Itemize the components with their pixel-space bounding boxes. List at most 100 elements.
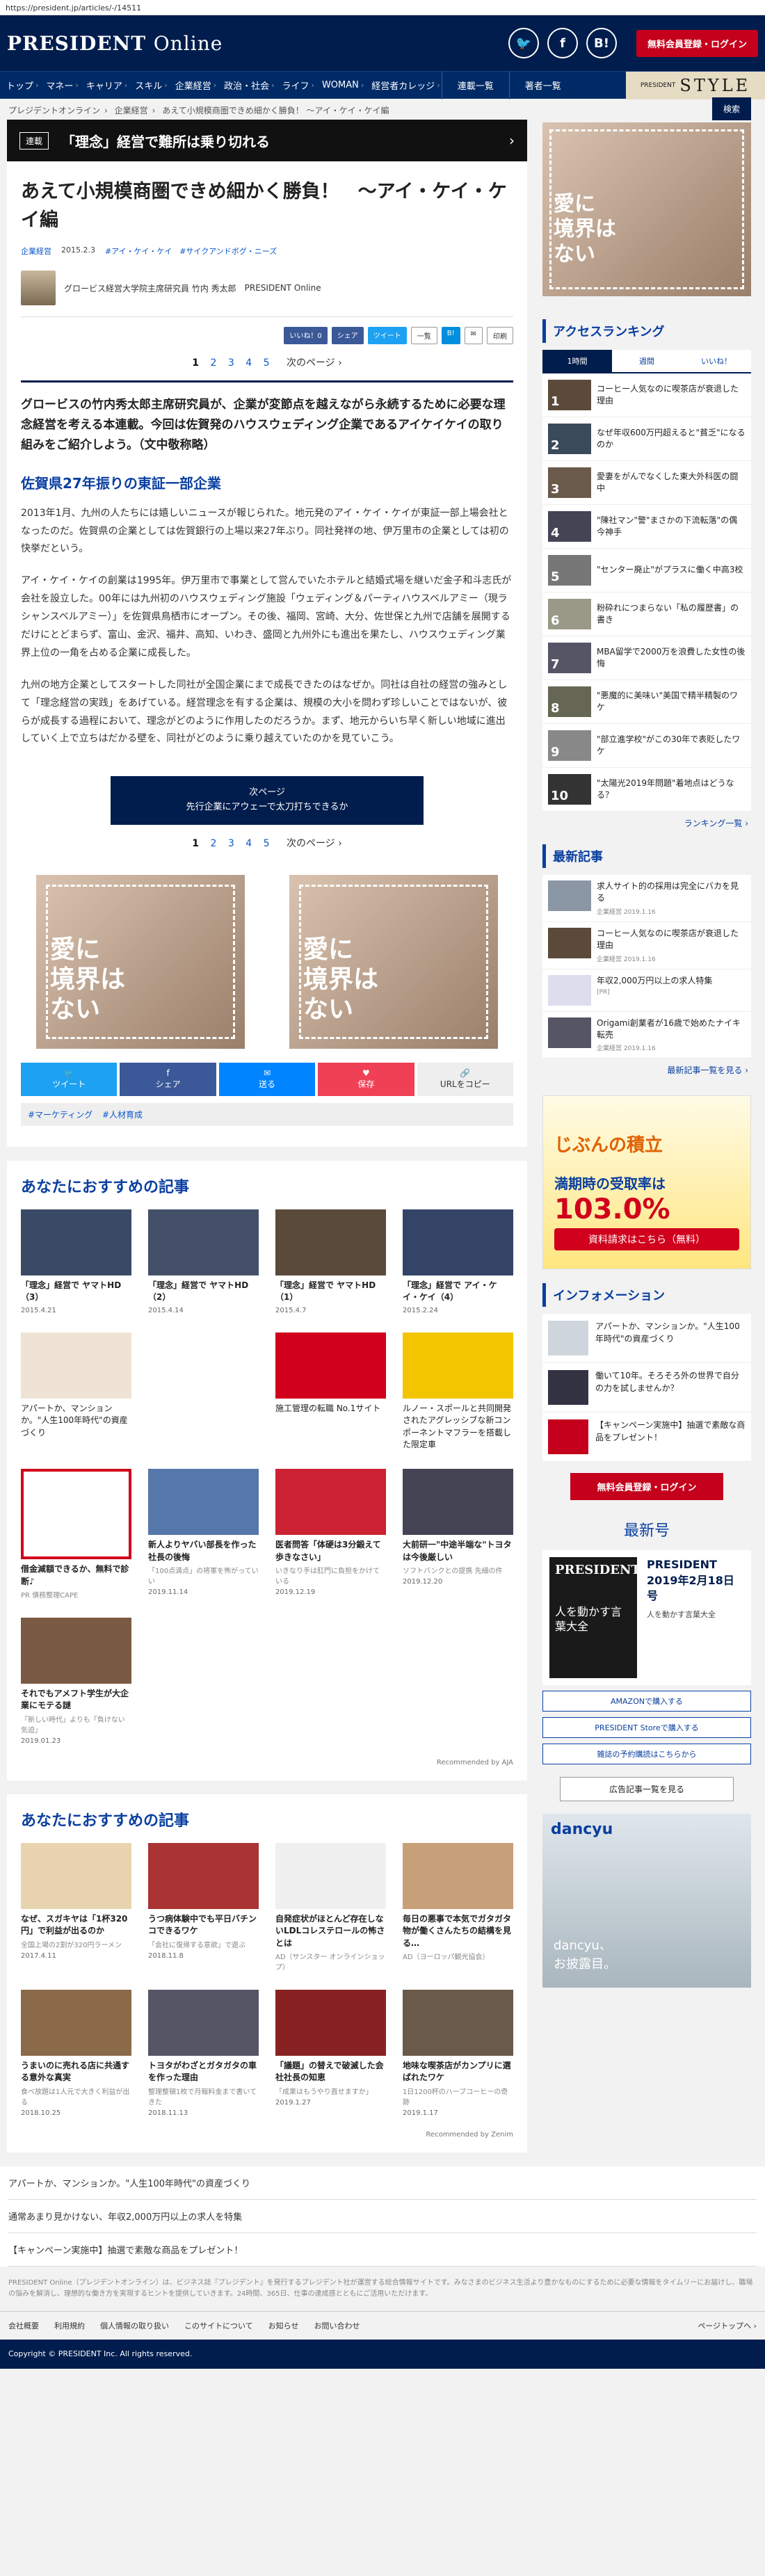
page-2[interactable]: 2 — [210, 838, 220, 849]
ranking-item[interactable]: 1 コーヒー人気なのに喫茶店が衰退した理由 — [542, 373, 751, 417]
twitter-icon[interactable]: 🐦 — [508, 28, 539, 58]
series-bar[interactable]: 連載 「理念」経営で難所は乗り切れる › — [7, 120, 527, 161]
next-page-button[interactable]: 次ページ 先行企業にアウェーで太刀打ちできるか — [111, 776, 424, 825]
page-5[interactable]: 5 — [264, 357, 274, 369]
search-button[interactable]: 検索 — [711, 97, 751, 120]
page-top-link[interactable]: ページトップへ › — [698, 2320, 757, 2331]
recommend-card[interactable]: うまいのに売れる店に共通する意外な真実 食べ放題は1人元で大きく利益が出る 2018… — [21, 1990, 131, 2117]
tag-link[interactable]: #人材育成 — [102, 1110, 143, 1120]
nav-management[interactable]: 企業経営 — [169, 79, 218, 92]
bank-ad-cta[interactable]: 資料請求はこちら（無料） — [554, 1228, 739, 1251]
footer-link-privacy[interactable]: 個人情報の取り扱い — [100, 2320, 169, 2331]
ranking-item[interactable]: 10 "太陽光2019年問題"着地点はどうなる？ — [542, 768, 751, 812]
ranking-item[interactable]: 2 なぜ年収600万円超えると"貧乏"になるのか — [542, 417, 751, 461]
nav-series-list[interactable]: 連載一覧 — [441, 71, 509, 99]
recommend-card[interactable]: 借金減額できるか、無料で診断♪ PR 債務整理CAPE — [21, 1469, 131, 1600]
facebook-icon[interactable]: f — [547, 28, 578, 58]
breadcrumb-home[interactable]: プレジデントオンライン — [8, 106, 100, 115]
recommend-card[interactable]: トヨタがわざとガタガタの車を作った理由 整理整頓1枚で月報料金まで書いてきた 201… — [148, 1990, 259, 2117]
recommend-card[interactable]: 大前研一"中途半端な"トヨタは今後厳しい ソフトバンクとの提携 先細の件 2019.… — [403, 1469, 513, 1600]
author-name[interactable]: グロービス経営大学院主席研究員 竹内 秀太郎 — [64, 282, 236, 294]
latest-item[interactable]: Origami創業者が16歳で始めたナイキ転売 企業経営 2019.1.16 — [542, 1011, 751, 1059]
recommend-card[interactable]: 「議題」の替えで破滅した会社社長の知恵 「成果はもうやり直せますか」 2019.1.… — [275, 1990, 386, 2117]
page-1[interactable]: 1 — [192, 357, 203, 369]
ad-banner[interactable]: 愛に 境界は ない — [36, 874, 245, 1049]
nav-life[interactable]: ライフ — [276, 79, 316, 92]
latest-item[interactable]: 求人サイト的の採用は完全にバカを見る 企業経営 2019.1.16 — [542, 875, 751, 922]
recommend-card[interactable]: アパートか、マンションか。"人生100年時代"の資産づくり — [21, 1332, 131, 1451]
footer-link-contact[interactable]: お問い合わせ — [314, 2320, 360, 2331]
recommend-card[interactable]: それでもアメフト学生が大企業にモテる謎 「新しい時代」よりも「負けない気迫」 201… — [21, 1618, 131, 1745]
ranking-item[interactable]: 7 MBA留学で2000万を浪費した女性の後悔 — [542, 636, 751, 680]
latest-item[interactable]: 年収2,000万円以上の求人特集 [PR] — [542, 969, 751, 1012]
bank-ad-banner[interactable]: じぶんの積立 満期時の受取率は 103.0% 資料請求はこちら（無料） — [542, 1095, 751, 1270]
article-category[interactable]: 企業経営 — [21, 245, 51, 257]
page-1[interactable]: 1 — [192, 838, 203, 849]
recommend-card[interactable]: 自発症状がほとんど存在しないLDLコレステロールの怖さとは AD（サンスター オン… — [275, 1842, 386, 1972]
recommend-card[interactable]: 「理念」経営で ヤマトHD（1） 2015.4.7 — [275, 1209, 386, 1314]
nav-politics[interactable]: 政治・社会 — [218, 79, 275, 92]
nav-college[interactable]: 経営者カレッジ — [365, 79, 441, 92]
article-meta-tags[interactable]: #アイ・ケイ・ケイ #サイクアンドボグ・ニーズ — [105, 245, 277, 257]
recommend-card[interactable]: 毎日の悪事で本気でガタガタ物が働くさんたちの結構を見る… AD（ヨーロッパ観光協会… — [403, 1842, 513, 1972]
ranking-item[interactable]: 6 粉砕れにつまらない「私の履歴書」の書き — [542, 593, 751, 636]
ranking-item[interactable]: 4 "陳社マン"警"まさかの下流転落"の偶今神手 — [542, 505, 751, 549]
recommend-provider[interactable]: Recommended by AJA — [21, 1759, 513, 1766]
next-page-link[interactable]: 次のページ › — [287, 357, 342, 369]
hatena-bookmark-button[interactable]: B! — [441, 327, 460, 344]
hatena-icon[interactable]: B! — [586, 28, 617, 58]
latest-issue[interactable]: PRESIDENT 人を動かす言葉大全 PRESIDENT 2019年2月18日… — [542, 1550, 751, 1686]
recommend-card[interactable]: 施工管理の転職 No.1サイト — [275, 1332, 386, 1451]
recommend-card[interactable]: 地味な喫茶店がカンプリに選ばれたワケ 1日1200杯のハーブコーヒーの奇跡 2019… — [403, 1990, 513, 2117]
share-twitter[interactable]: 🐦 ツイート — [21, 1062, 118, 1096]
recommend-card[interactable]: 「理念」経営で ヤマトHD（2） 2015.4.14 — [148, 1209, 259, 1314]
recommend-card[interactable]: うつ病体験中でも平日バチンコできるワケ 「会社に復帰する意欲」で遊ぶ 2018.11… — [148, 1842, 259, 1972]
share-pocket[interactable]: ♥ 保存 — [318, 1062, 414, 1096]
recommend-card[interactable]: ルノー・スポールと共同開発されたアグレッシブな新コンポーネントマフラーを搭載した… — [403, 1332, 513, 1451]
next-page-link[interactable]: 次のページ › — [287, 838, 342, 849]
footer-link-news[interactable]: お知らせ — [268, 2320, 299, 2331]
recommend-card[interactable]: なぜ、スガキヤは「1杯320円」で利益が出るのか 全国上場の2割が320円ラーメン… — [21, 1842, 131, 1972]
info-item[interactable]: 働いて10年。そろそろ外の世界で自分の力を試しませんか？ — [542, 1363, 751, 1413]
facebook-like-button[interactable]: いいね！0 — [284, 327, 328, 344]
footer-link-company[interactable]: 会社概要 — [8, 2320, 39, 2331]
bottom-link[interactable]: 【キャンペーン実施中】抽選で素敵な商品をプレゼント！ — [8, 2233, 757, 2267]
ad-articles-link[interactable]: 広告記事一覧を見る — [560, 1777, 734, 1802]
page-3[interactable]: 3 — [228, 357, 239, 369]
share-facebook[interactable]: f シェア — [120, 1062, 216, 1096]
share-messenger[interactable]: ✉ 送る — [218, 1062, 316, 1096]
nav-author-list[interactable]: 著者一覧 — [508, 71, 577, 99]
bottom-link[interactable]: アパートか、マンションか。"人生100年時代"の資産づくり — [8, 2166, 757, 2200]
ad-banner[interactable]: 愛に 境界は ない — [289, 874, 498, 1049]
breadcrumb-category[interactable]: 企業経営 — [115, 106, 148, 115]
nav-career[interactable]: キャリア — [80, 79, 129, 92]
buy-amazon-button[interactable]: AMAZONで購入する — [542, 1691, 751, 1712]
footer-link-terms[interactable]: 利用規約 — [54, 2320, 85, 2331]
recommend-card[interactable]: 新人よりヤバい部長を作った社長の後悔 「100点満点」の将軍を怖がっていい 2019… — [148, 1469, 259, 1600]
register-login-button[interactable]: 無料会員登録・ログイン — [636, 29, 758, 57]
page-3[interactable]: 3 — [228, 838, 239, 849]
recommend-card[interactable]: 「理念」経営で ヤマトHD（3） 2015.4.21 — [21, 1209, 131, 1314]
share-copy-url[interactable]: 🔗 URLをコピー — [417, 1062, 514, 1096]
page-4[interactable]: 4 — [245, 357, 256, 369]
latest-item[interactable]: コーヒー人気なのに喫茶店が衰退した理由 企業経営 2019.1.16 — [542, 921, 751, 969]
recommend-provider[interactable]: Recommended by Zenim — [21, 2131, 513, 2139]
site-logo[interactable]: PRESIDENT Online — [7, 32, 223, 55]
sidebar-ad-banner[interactable]: 愛に 境界は ない — [542, 122, 751, 296]
mail-icon[interactable]: ✉ — [464, 327, 483, 344]
ranking-item[interactable]: 9 "部立進学校"がこの30年で表貶したワケ — [542, 724, 751, 768]
list-button[interactable]: 一覧 — [410, 327, 437, 344]
tab-weekly[interactable]: 週間 — [612, 350, 682, 372]
nav-woman[interactable]: WOMAN — [316, 80, 365, 90]
tweet-button[interactable]: ツイート — [367, 327, 407, 344]
tab-hourly[interactable]: 1時間 — [542, 350, 612, 372]
buy-store-button[interactable]: PRESIDENT Storeで購入する — [542, 1717, 751, 1739]
info-item[interactable]: アパートか、マンションか。"人生100年時代"の資産づくり — [542, 1314, 751, 1364]
subscribe-button[interactable]: 雑誌の予約購読はこちらから — [542, 1744, 751, 1765]
page-2[interactable]: 2 — [210, 357, 220, 369]
latest-more-link[interactable]: 最新記事一覧を見る › — [542, 1058, 751, 1081]
ranking-item[interactable]: 8 "悪魔的に美味い"美国で精半精製のワケ — [542, 680, 751, 724]
ranking-more-link[interactable]: ランキング一覧 › — [542, 812, 751, 835]
nav-top[interactable]: トップ — [0, 79, 40, 92]
footer-link-about[interactable]: このサイトについて — [184, 2320, 253, 2331]
